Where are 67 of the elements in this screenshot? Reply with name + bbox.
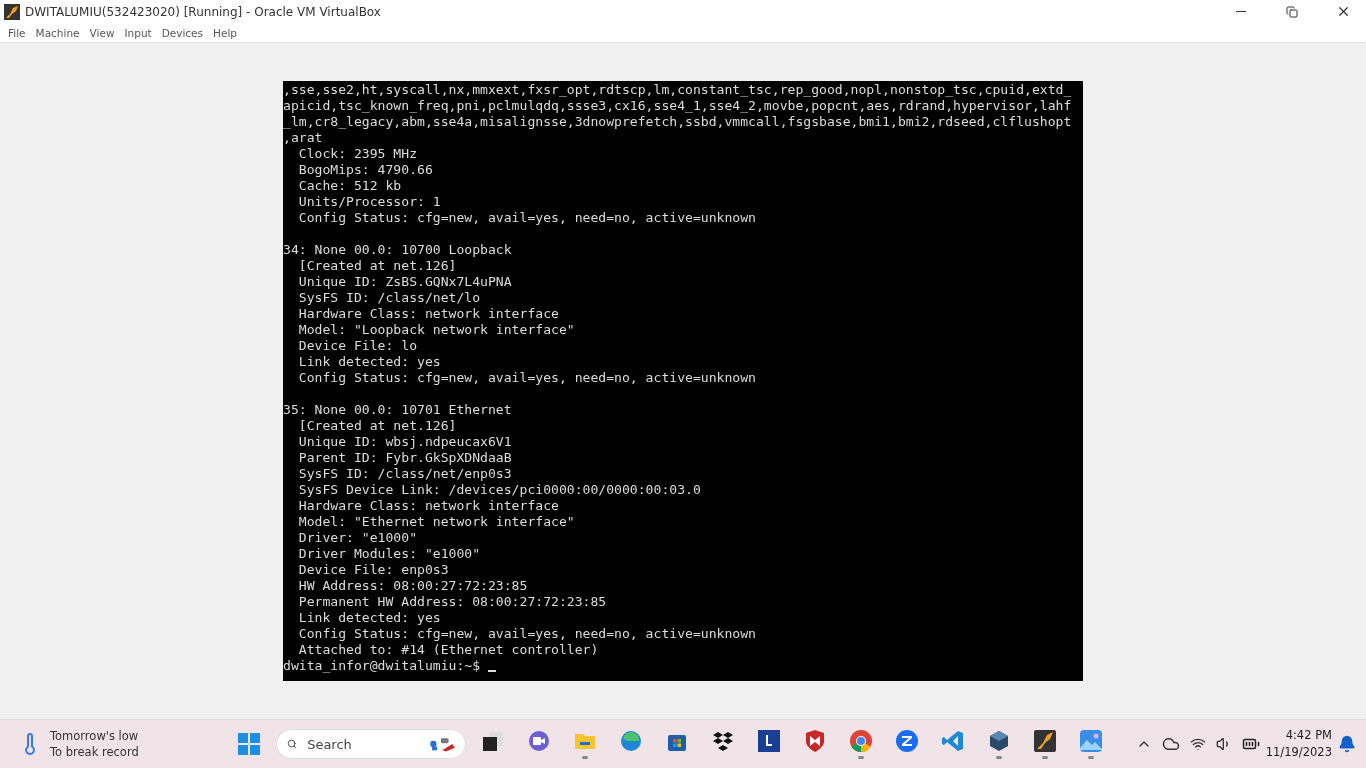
terminal-line: Link detected: yes xyxy=(297,354,442,370)
terminal-line: SysFS ID: /class/net/lo xyxy=(297,290,482,306)
browser-icon xyxy=(619,729,643,753)
terminal-line: Config Status: cfg=new, avail=yes, need=no, active=unknown xyxy=(297,210,757,226)
terminal-prompt: dwita_infor@dwitalumiu:~$ xyxy=(283,658,481,674)
weather-title: Tomorrow's low xyxy=(50,728,139,744)
terminal-line: Model: "Ethernet network interface" xyxy=(297,514,576,530)
terminal-line: Hardware Class: network interface xyxy=(297,498,560,514)
terminal-line: Config Status: cfg=new, avail=yes, need=no, active=unknown xyxy=(297,370,757,386)
terminal-line: [Created at net.126] xyxy=(297,258,458,274)
search-bar[interactable]: Search xyxy=(276,729,466,759)
terminal-line: apicid,tsc_known_freq,pni,pclmulqdq,ssse3,cx16,sse4_1,sse4_2,movbe,popcnt,aes,rdrand,hypervisor,lahf xyxy=(283,98,1073,114)
restore-icon xyxy=(1286,5,1298,18)
bell-icon[interactable] xyxy=(1338,735,1356,753)
weather-subtitle: To break record xyxy=(50,744,139,760)
menu-item[interactable]: View xyxy=(84,26,120,39)
terminal-line: Hardware Class: network interface xyxy=(297,306,560,322)
terminal-line: 35: None 00.0: 10701 Ethernet xyxy=(283,402,513,418)
terminal-line: BogoMips: 4790.66 xyxy=(297,162,434,178)
menu-item[interactable]: Input xyxy=(119,26,157,39)
boxes-icon xyxy=(711,729,735,753)
terminal-line: Config Status: cfg=new, avail=yes, need=no, active=unknown xyxy=(297,626,757,642)
terminal-line: Unique ID: ZsBS.GQNx7L4uPNA xyxy=(297,274,513,290)
video-chat-icon xyxy=(527,729,551,753)
text-cursor xyxy=(488,670,497,672)
terminal-line: ,arat xyxy=(283,130,324,146)
terminal-line: Driver: "e1000" xyxy=(297,530,418,546)
menu-item[interactable]: File xyxy=(3,26,31,39)
wifi-icon[interactable] xyxy=(1189,736,1206,752)
chrome-icon xyxy=(849,729,873,753)
terminal-line: [Created at net.126] xyxy=(297,418,458,434)
terminal-line: _lm,cr8_legacy,abm,sse4a,misalignsse,3dnowprefetch,ssbd,vmmcall,fsgsbase,bmi1,bmi2,rdseed,clflushopt xyxy=(283,114,1073,130)
terminal-line: Attached to: #14 (Ethernet controller) xyxy=(297,642,600,658)
terminal-line: SysFS ID: /class/net/enp0s3 xyxy=(297,466,513,482)
app-icon xyxy=(1033,729,1057,753)
app-logo-icon xyxy=(4,3,20,20)
terminal-line: 34: None 00.0: 10700 Loopback xyxy=(283,242,513,258)
terminal-line: Units/Processor: 1 xyxy=(297,194,442,210)
photos-icon xyxy=(1079,729,1103,753)
minimize-icon xyxy=(1236,11,1246,12)
menu-item[interactable]: Devices xyxy=(156,26,209,39)
terminal-line: Clock: 2395 MHz xyxy=(297,146,418,162)
terminal-line: Cache: 512 kb xyxy=(297,178,403,194)
terminal-line: Model: "Loopback network interface" xyxy=(297,322,576,338)
terminal-line: Permanent HW Address: 08:00:27:72:23:85 xyxy=(297,594,608,610)
code-editor-icon xyxy=(941,729,965,753)
clock[interactable]: 4:42 PM 11/19/2023 xyxy=(1265,727,1332,761)
windows-logo-icon xyxy=(238,733,260,755)
terminal-line: Link detected: yes xyxy=(297,610,442,626)
terminal-line: ,sse,sse2,ht,syscall,nx,mmxext,fxsr_opt,rdtscp,lm,constant_tsc,rep_good,nopl,nonstop_tsc,cpuid,extd_ xyxy=(283,82,1073,98)
terminal-line: Driver Modules: "e1000" xyxy=(297,546,482,562)
window-title: DWITALUMIU(532423020) [Running] - Oracle VM VirtualBox xyxy=(25,4,382,19)
terminal-line: Parent ID: Fybr.GkSpXDNdaaB xyxy=(297,450,513,466)
terminal-line: HW Address: 08:00:27:72:23:85 xyxy=(297,578,529,594)
terminal-line: Device File: enp0s3 xyxy=(297,562,450,578)
cube-icon xyxy=(987,729,1011,753)
letter-l-icon xyxy=(757,729,781,753)
menu-item[interactable]: Machine xyxy=(30,26,85,39)
search-input[interactable]: Search xyxy=(305,735,420,753)
letter-z-icon xyxy=(895,729,919,753)
terminal-line: Unique ID: wbsj.ndpeucax6V1 xyxy=(297,434,513,450)
shield-icon xyxy=(803,729,827,753)
menu-item[interactable]: Help xyxy=(208,26,242,39)
task-view-icon xyxy=(481,729,505,753)
terminal-line: SysFS Device Link: /devices/pci0000:00/0000:00:03.0 xyxy=(297,482,702,498)
terminal-line: Device File: lo xyxy=(297,338,418,354)
cloud-icon[interactable] xyxy=(1161,735,1180,753)
